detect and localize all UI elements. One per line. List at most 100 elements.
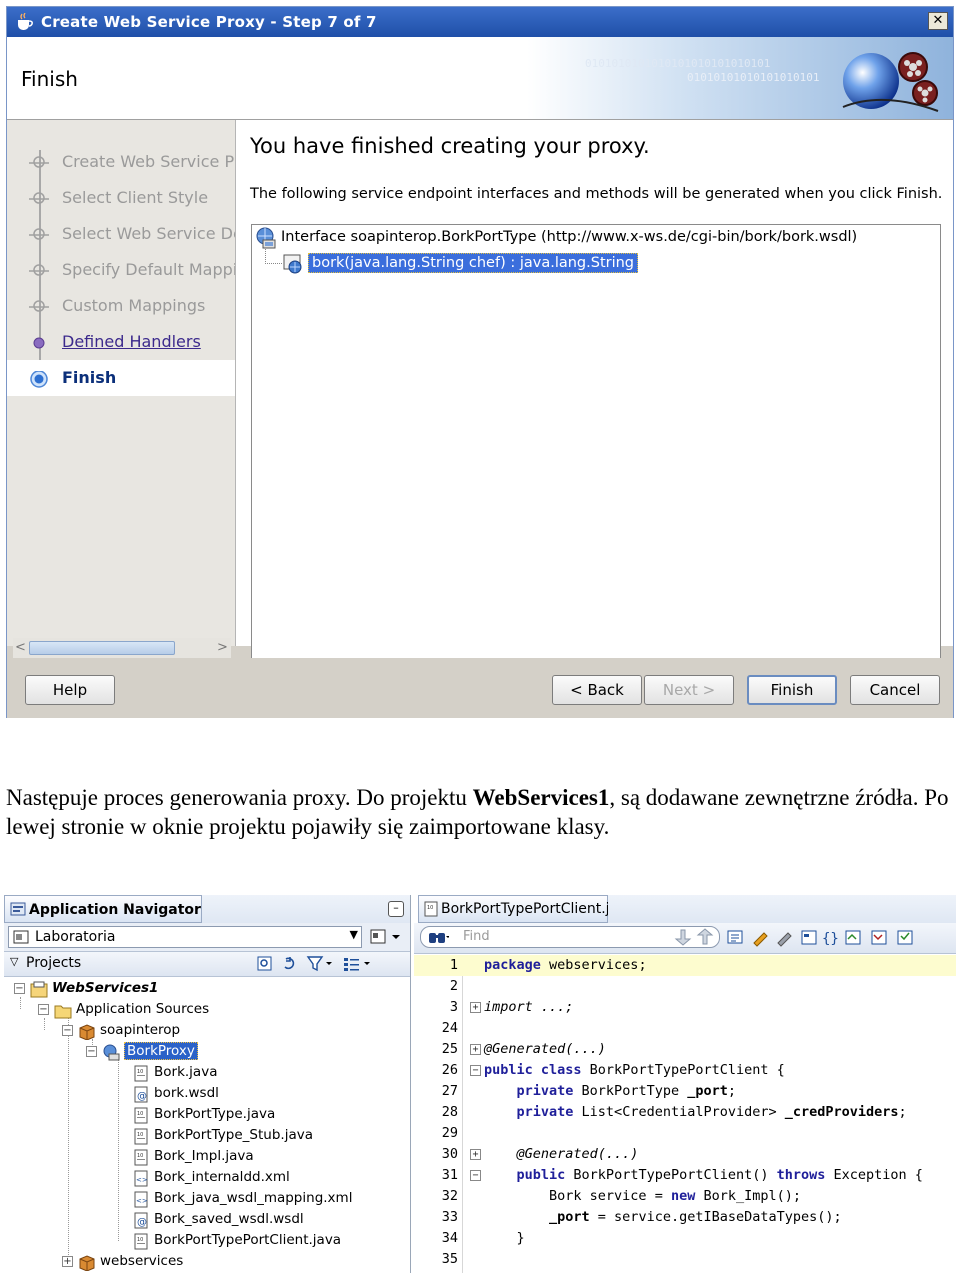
banner-binary-text-2: 01010101010101010101 xyxy=(687,71,820,84)
application-combo[interactable]: Laboratoria ▼ xyxy=(8,926,362,948)
code-line[interactable]: 3 + import ...; xyxy=(414,997,956,1018)
step-label: Select Client Style xyxy=(62,188,209,207)
step-defined-handlers[interactable]: Defined Handlers xyxy=(7,324,235,360)
step-create-web-service-proxy[interactable]: Create Web Service Proxy xyxy=(7,144,235,180)
minimize-button[interactable]: – xyxy=(388,901,404,917)
code-line[interactable]: 26 − public class BorkPortTypePortClient { xyxy=(414,1060,956,1081)
finish-description: The following service endpoint interface… xyxy=(250,186,943,202)
code-line[interactable]: 29 xyxy=(414,1123,956,1144)
collapse-icon[interactable]: − xyxy=(62,1025,73,1036)
banner-title: Finish xyxy=(21,67,78,91)
collapse-fold-icon[interactable]: − xyxy=(470,1065,481,1076)
line-number: 31 xyxy=(441,1167,458,1183)
code-line[interactable]: 27 private BorkPortType _port; xyxy=(414,1081,956,1102)
expand-fold-icon[interactable]: + xyxy=(470,1149,481,1160)
code-text: Bork service = new Bork_Impl(); xyxy=(549,1188,802,1204)
expand-fold-icon[interactable]: + xyxy=(470,1002,481,1013)
tree-node-label: webservices xyxy=(100,1253,184,1269)
tree-node-label: Bork_java_wsdl_mapping.xml xyxy=(154,1190,353,1206)
collapse-icon[interactable]: − xyxy=(86,1046,97,1057)
binoculars-icon[interactable] xyxy=(427,929,449,945)
code-line[interactable]: 30 + @Generated(...) xyxy=(414,1144,956,1165)
application-menu-icon[interactable] xyxy=(368,927,404,947)
package-icon xyxy=(79,1255,95,1271)
finish-button[interactable]: Finish xyxy=(747,675,837,705)
line-number: 30 xyxy=(441,1146,458,1162)
svg-text:10: 10 xyxy=(137,1069,143,1075)
paragraph-text-1: Następuje proces generowania proxy. Do p… xyxy=(6,785,473,810)
svg-text:10: 10 xyxy=(137,1153,143,1159)
next-button[interactable]: Next > xyxy=(644,675,734,705)
scroll-right-icon[interactable]: > xyxy=(217,640,228,655)
navigator-tab-strip: – xyxy=(202,895,410,924)
code-line[interactable]: 33 _port = service.getIBaseDataTypes(); xyxy=(414,1207,956,1228)
code-line[interactable]: 34 } xyxy=(414,1228,956,1249)
code-text: @Generated(...) xyxy=(516,1146,639,1162)
code-editor: 10 BorkPortTypePortClient.java Find {} 1… xyxy=(414,895,956,1273)
help-button[interactable]: Help xyxy=(25,675,115,705)
scroll-left-icon[interactable]: < xyxy=(15,640,26,655)
tree-node-label: Bork.java xyxy=(154,1064,218,1080)
editor-tab-label: BorkPortTypePortClient.java xyxy=(441,901,636,917)
tree-guide xyxy=(20,997,21,1009)
interface-label: Interface soapinterop.BorkPortType (http… xyxy=(281,229,858,245)
step-finish[interactable]: Finish xyxy=(7,360,235,396)
java-file-icon: 10 xyxy=(134,1149,148,1166)
step-specify-default-mapping[interactable]: Specify Default Mapping Options xyxy=(7,252,235,288)
close-button[interactable]: ✕ xyxy=(928,12,948,30)
svg-text:10: 10 xyxy=(137,1111,143,1117)
code-line[interactable]: 32 Bork service = new Bork_Impl(); xyxy=(414,1186,956,1207)
line-number: 34 xyxy=(441,1230,458,1246)
wizard-content: You have finished creating your proxy. T… xyxy=(235,120,953,662)
code-line[interactable]: 31 − public BorkPortTypePortClient() thro… xyxy=(414,1165,956,1186)
code-text: public BorkPortTypePortClient() throws E… xyxy=(516,1167,923,1183)
collapse-icon[interactable]: − xyxy=(14,983,25,994)
collapse-icon[interactable]: − xyxy=(38,1004,49,1015)
projects-label: Projects xyxy=(26,955,82,971)
tree-node-label: BorkPortType_Stub.java xyxy=(154,1127,313,1143)
tree-node-label: BorkPortType.java xyxy=(154,1106,276,1122)
dialog-title: Create Web Service Proxy - Step 7 of 7 xyxy=(41,13,377,31)
projects-panel-header[interactable]: ▽ Projects xyxy=(4,952,410,977)
document-paragraph: Następuje proces generowania proxy. Do p… xyxy=(6,783,956,841)
code-line[interactable]: 2 xyxy=(414,976,956,997)
code-line[interactable]: 35 xyxy=(414,1249,956,1270)
steps-horizontal-scrollbar[interactable]: < > xyxy=(13,638,231,658)
code-line[interactable]: 28 private List<CredentialProvider> _cre… xyxy=(414,1102,956,1123)
step-select-web-service-description[interactable]: Select Web Service Description xyxy=(7,216,235,252)
editor-toolbar-icons[interactable]: {} xyxy=(726,927,954,949)
expand-icon[interactable]: + xyxy=(62,1256,73,1267)
code-line[interactable]: 25 + @Generated(...) xyxy=(414,1039,956,1060)
tree-guide xyxy=(118,1059,119,1241)
code-text: @Generated(...) xyxy=(484,1041,606,1057)
find-next-previous-icons[interactable] xyxy=(673,928,715,946)
cancel-button[interactable]: Cancel xyxy=(850,675,940,705)
project-tree[interactable]: − WebServices1 − Application Sources − s… xyxy=(4,979,410,1273)
code-area[interactable]: 1 package webservices; 2 3 + import ...; 24 25 +… xyxy=(414,955,956,1273)
code-text: public class BorkPortTypePortClient { xyxy=(484,1062,785,1078)
line-number: 24 xyxy=(441,1020,458,1036)
projects-toolbar-icons[interactable] xyxy=(256,955,406,973)
wizard-steps-panel: Create Web Service Proxy Select Client S… xyxy=(7,120,235,646)
collapse-triangle-icon[interactable]: ▽ xyxy=(10,955,18,968)
tree-node-label: Bork_Impl.java xyxy=(154,1148,254,1164)
step-custom-mappings[interactable]: Custom Mappings xyxy=(7,288,235,324)
collapse-fold-icon[interactable]: − xyxy=(470,1170,481,1181)
step-select-client-style[interactable]: Select Client Style xyxy=(7,180,235,216)
code-line[interactable]: 1 package webservices; xyxy=(414,955,956,976)
find-field[interactable]: Find xyxy=(420,926,720,948)
step-label: Create Web Service Proxy xyxy=(62,152,235,171)
scrollbar-thumb[interactable] xyxy=(29,641,175,655)
expand-fold-icon[interactable]: + xyxy=(470,1044,481,1055)
tab-application-navigator[interactable]: Application Navigator xyxy=(4,895,202,923)
java-file-icon: 10 xyxy=(134,1233,148,1250)
step-label: Finish xyxy=(62,368,117,387)
line-number: 25 xyxy=(441,1041,458,1057)
line-number: 2 xyxy=(449,978,458,994)
code-text: private List<CredentialProvider> _credPr… xyxy=(516,1104,907,1120)
code-text: package webservices; xyxy=(484,957,647,973)
tab-borkporttypeportclient-java[interactable]: 10 BorkPortTypePortClient.java xyxy=(418,895,635,923)
generated-interfaces-tree[interactable]: Interface soapinterop.BorkPortType (http… xyxy=(251,224,941,662)
code-line[interactable]: 24 xyxy=(414,1018,956,1039)
back-button[interactable]: < Back xyxy=(552,675,642,705)
